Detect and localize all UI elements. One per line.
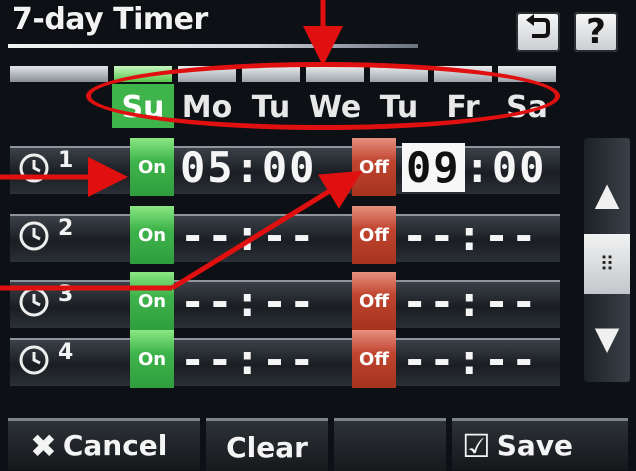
annotation-arrows	[0, 0, 363, 291]
annotation-arrow-off	[170, 170, 363, 291]
timer-screen: 7-day Timer ? Su Mo Tu We Tu Fr Sa 1 On …	[0, 0, 636, 471]
